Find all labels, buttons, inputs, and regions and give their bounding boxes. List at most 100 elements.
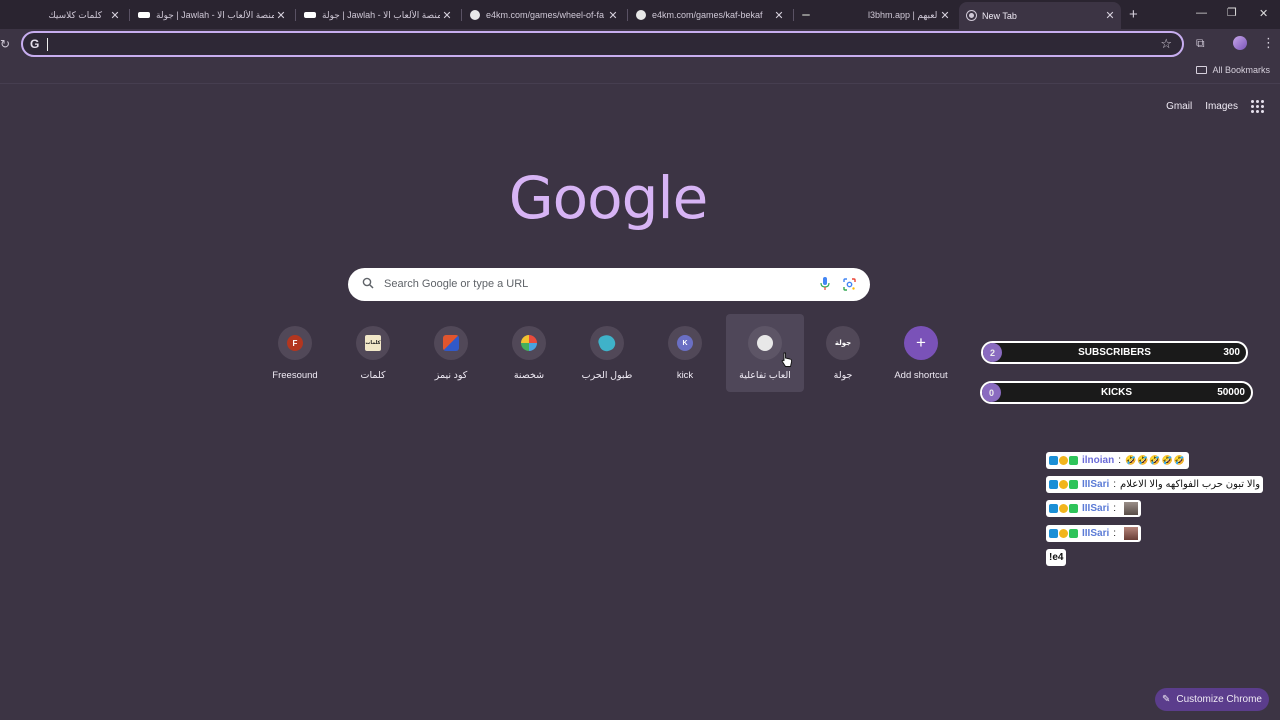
kebab-menu-icon[interactable]: ⋮ (1262, 35, 1275, 51)
close-icon[interactable]: ✕ (108, 9, 122, 22)
close-icon[interactable]: ✕ (606, 9, 620, 22)
jawlah-favicon-icon (138, 12, 150, 18)
extensions-puzzle-icon[interactable]: ⧉ (1196, 36, 1205, 51)
chat-text: 🤣🤣🤣🤣🤣 (1125, 455, 1187, 465)
chat-badge-icon (1059, 456, 1068, 465)
chat-message: ilnoian : 🤣🤣🤣🤣🤣 (1046, 452, 1190, 469)
chat-badge-icon (1069, 480, 1078, 489)
google-lens-icon[interactable] (843, 278, 856, 291)
tab-title: جولة | Jawlah - منصة الألعاب الا (322, 9, 440, 20)
subscribers-counter: 2 SUBSCRIBERS 300 (981, 341, 1248, 364)
tab[interactable]: e4km.com/games/wheel-of-fa ✕ (462, 3, 624, 27)
customize-chrome-button[interactable]: ✎ Customize Chrome (1155, 688, 1269, 711)
bookmark-star-icon[interactable]: ☆ (1160, 36, 1172, 52)
chat-badge-icon (1049, 456, 1058, 465)
plus-icon: + (916, 333, 926, 352)
shortcut-kalimat[interactable]: كلمات كلمات (334, 314, 412, 392)
toolbar: ↻ G ☆ (0, 29, 1280, 59)
codenames-icon (443, 335, 459, 351)
apps-grid-icon[interactable] (1251, 100, 1264, 113)
kicks-counter: 0 KICKS 50000 (980, 381, 1253, 404)
images-link[interactable]: Images (1205, 101, 1238, 112)
window-close-icon[interactable]: ✕ (1259, 7, 1268, 20)
counter-goal: 300 (1223, 347, 1240, 358)
new-tab-button[interactable]: + (1129, 6, 1138, 23)
shakhsana-icon (521, 335, 537, 351)
shortcut-label: كود نيمز (434, 370, 468, 381)
tab[interactable]: l3bhm.app | لعبهم ✕ (860, 3, 956, 27)
close-icon[interactable]: ✕ (440, 9, 454, 22)
globe-icon (470, 10, 480, 20)
close-icon[interactable]: ✕ (1103, 9, 1117, 22)
shortcut-tile: F (278, 326, 312, 360)
minimize-icon[interactable]: — (1196, 7, 1207, 19)
chat-message: !e4 (1046, 549, 1067, 566)
jawlah-icon: جولة (834, 340, 852, 347)
war-drums-icon (596, 332, 618, 354)
chat-separator: : (1113, 503, 1117, 514)
profile-avatar[interactable] (1233, 36, 1247, 50)
shortcut-kick[interactable]: K kick (646, 314, 724, 392)
shortcut-tile (434, 326, 468, 360)
shortcut-war-drums[interactable]: طبول الحرب (568, 314, 646, 392)
tab-title: كلمات كلاسيك (48, 9, 102, 20)
chat-username: IIISari (1082, 479, 1110, 490)
shortcut-tile: كلمات (356, 326, 390, 360)
close-icon[interactable]: ✕ (274, 9, 288, 22)
all-bookmarks-button[interactable]: All Bookmarks (1196, 65, 1270, 75)
bookmarks-bar: All Bookmarks (0, 59, 1280, 83)
chat-message: IIISari : (1046, 500, 1142, 517)
globe-icon (636, 10, 646, 20)
search-icon (362, 277, 374, 289)
shortcut-freesound[interactable]: F Freesound (256, 314, 334, 392)
chat-separator: : (1118, 455, 1122, 466)
shortcut-label: العاب تفاعلية (739, 370, 791, 381)
folder-icon (1196, 66, 1208, 74)
gmail-link[interactable]: Gmail (1166, 101, 1192, 112)
shortcut-tile (748, 326, 782, 360)
chat-badge-icon (1069, 504, 1078, 513)
tab-title: e4km.com/games/wheel-of-fa (486, 10, 605, 20)
chat-separator: : (1113, 528, 1117, 539)
all-bookmarks-label: All Bookmarks (1212, 65, 1270, 75)
pencil-icon: ✎ (1162, 694, 1171, 705)
text-caret (47, 38, 48, 51)
tab[interactable]: جولة | Jawlah - منصة الألعاب الا ✕ (296, 3, 458, 27)
shortcut-tile (590, 326, 624, 360)
restore-icon[interactable]: ❐ (1227, 6, 1237, 19)
tab[interactable]: جولة | Jawlah - منصة الألعاب الا ✕ (130, 3, 292, 27)
tab[interactable]: كلمات كلاسيك ✕ (0, 3, 126, 27)
chat-text: والا تبون حرب الفواكهه والا الاعلام (1120, 479, 1261, 490)
address-bar[interactable]: G ☆ (21, 31, 1184, 57)
tab[interactable] (794, 3, 854, 27)
customize-label: Customize Chrome (1176, 694, 1262, 705)
chat-badge-icon (1049, 529, 1058, 538)
jawlah-favicon-icon (304, 12, 316, 18)
shortcut-label: Freesound (272, 370, 318, 381)
close-icon[interactable]: ✕ (938, 9, 952, 22)
chat-badge-icon (1069, 456, 1078, 465)
tab-strip: كلمات كلاسيك ✕ جولة | Jawlah - منصة الأل… (0, 0, 1280, 29)
tab[interactable]: e4km.com/games/kaf-bekaf ✕ (628, 3, 790, 27)
shortcut-codenames[interactable]: كود نيمز (412, 314, 490, 392)
tab-active[interactable]: New Tab ✕ (959, 2, 1121, 29)
chat-separator: : (1113, 479, 1117, 490)
close-icon[interactable]: ✕ (772, 9, 786, 22)
shortcut-label: طبول الحرب (581, 370, 633, 381)
interactive-games-icon (757, 335, 773, 351)
shortcut-jawlah[interactable]: جولة جولة (804, 314, 882, 392)
search-box[interactable]: Search Google or type a URL (348, 268, 870, 301)
kick-icon: K (677, 335, 693, 351)
shortcut-tile: + (904, 326, 938, 360)
reload-icon[interactable]: ↻ (0, 37, 10, 51)
counter-name: SUBSCRIBERS (1078, 347, 1151, 358)
chat-username: IIISari (1082, 528, 1110, 539)
chat-badge-icon (1049, 480, 1058, 489)
shortcut-shakhsana[interactable]: شخصنة (490, 314, 568, 392)
header-links: Gmail Images (1166, 100, 1264, 113)
site-favicon-icon (802, 14, 810, 16)
chrome-icon (967, 11, 976, 20)
add-shortcut-button[interactable]: + Add shortcut (882, 314, 960, 392)
chat-badge-icon (1059, 504, 1068, 513)
microphone-icon[interactable] (820, 277, 830, 291)
